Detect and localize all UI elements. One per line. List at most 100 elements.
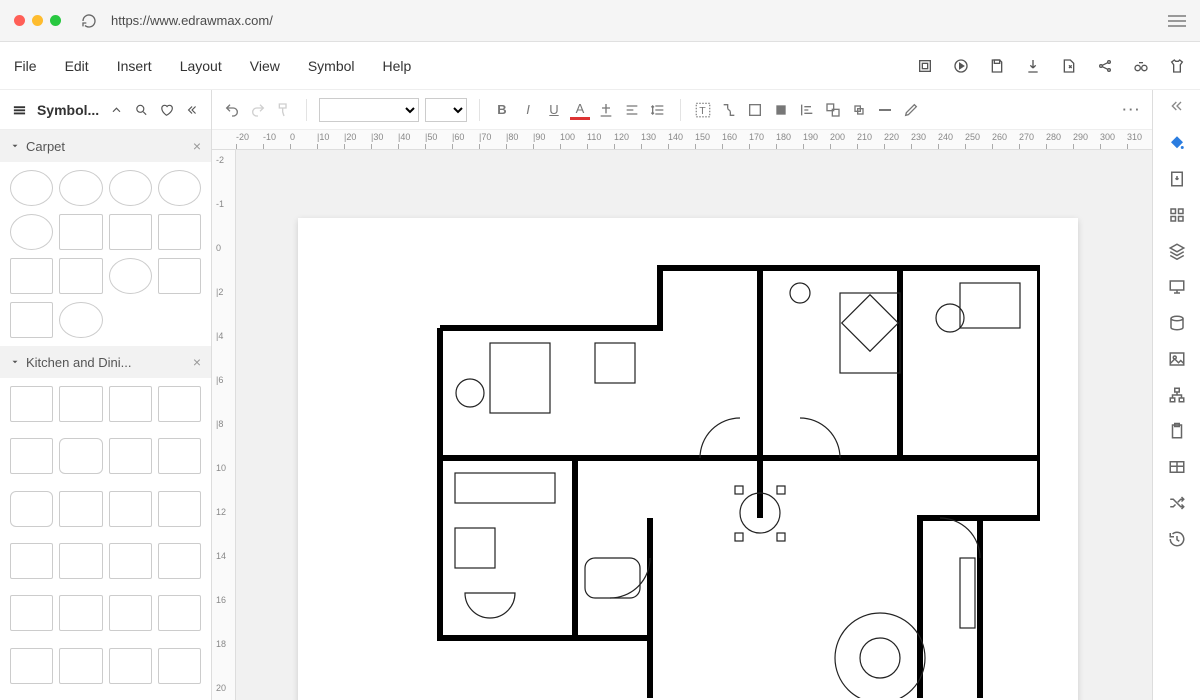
carpet-shape[interactable] <box>59 258 102 294</box>
align-objects-icon[interactable] <box>797 100 817 120</box>
carpet-shape[interactable] <box>158 258 201 294</box>
share-icon[interactable] <box>1096 57 1114 75</box>
binoculars-icon[interactable] <box>1132 57 1150 75</box>
page-export-icon[interactable] <box>1166 168 1188 190</box>
image-icon[interactable] <box>1166 348 1188 370</box>
kitchen-shape[interactable] <box>10 386 53 422</box>
menu-view[interactable]: View <box>250 58 280 74</box>
carpet-shape[interactable] <box>10 258 53 294</box>
font-color-icon[interactable]: A <box>570 100 590 120</box>
kitchen-shape[interactable] <box>59 595 102 631</box>
kitchen-shape[interactable] <box>158 491 201 527</box>
menu-symbol[interactable]: Symbol <box>308 58 355 74</box>
collapse-right-icon[interactable] <box>1169 98 1185 114</box>
kitchen-shape[interactable] <box>10 438 53 474</box>
database-icon[interactable] <box>1166 312 1188 334</box>
kitchen-shape[interactable] <box>158 386 201 422</box>
bold-icon[interactable]: B <box>492 100 512 120</box>
shuffle-icon[interactable] <box>1166 492 1188 514</box>
url-text[interactable]: https://www.edrawmax.com/ <box>111 13 1160 28</box>
connector-icon[interactable] <box>719 100 739 120</box>
kitchen-shape[interactable] <box>158 595 201 631</box>
canvas[interactable] <box>236 150 1152 700</box>
italic-icon[interactable]: I <box>518 100 538 120</box>
save-icon[interactable] <box>988 57 1006 75</box>
presentation-icon[interactable] <box>1166 276 1188 298</box>
browser-menu-icon[interactable] <box>1168 15 1186 27</box>
close-window-icon[interactable] <box>14 15 25 26</box>
play-icon[interactable] <box>952 57 970 75</box>
history-icon[interactable] <box>1166 528 1188 550</box>
carpet-shape[interactable] <box>59 302 102 338</box>
line-style-icon[interactable] <box>875 100 895 120</box>
clipboard-icon[interactable] <box>1166 420 1188 442</box>
section-carpet-header[interactable]: Carpet × <box>0 130 211 162</box>
carpet-shape[interactable] <box>10 170 53 206</box>
underline-icon[interactable]: U <box>544 100 564 120</box>
menu-insert[interactable]: Insert <box>117 58 152 74</box>
carpet-shape[interactable] <box>109 258 152 294</box>
page[interactable] <box>298 218 1078 700</box>
layers-icon[interactable] <box>1166 240 1188 262</box>
sitemap-icon[interactable] <box>1166 384 1188 406</box>
fill-tool-icon[interactable] <box>1166 132 1188 154</box>
format-painter-icon[interactable] <box>274 100 294 120</box>
close-icon[interactable]: × <box>193 138 201 154</box>
export-icon[interactable] <box>1060 57 1078 75</box>
download-icon[interactable] <box>1024 57 1042 75</box>
shape-fill-icon[interactable] <box>771 100 791 120</box>
font-size-select[interactable] <box>425 98 467 122</box>
reload-icon[interactable] <box>81 13 97 29</box>
kitchen-shape[interactable] <box>158 648 201 684</box>
shape-outline-icon[interactable] <box>745 100 765 120</box>
redo-icon[interactable] <box>248 100 268 120</box>
carpet-shape[interactable] <box>59 214 102 250</box>
group-icon[interactable] <box>823 100 843 120</box>
carpet-shape[interactable] <box>10 214 53 250</box>
kitchen-shape[interactable] <box>59 648 102 684</box>
carpet-shape[interactable] <box>158 214 201 250</box>
kitchen-shape[interactable] <box>10 595 53 631</box>
kitchen-shape[interactable] <box>10 543 53 579</box>
menu-layout[interactable]: Layout <box>180 58 222 74</box>
line-spacing-icon[interactable] <box>648 100 668 120</box>
kitchen-shape[interactable] <box>109 595 152 631</box>
carpet-shape[interactable] <box>158 170 201 206</box>
pen-icon[interactable] <box>901 100 921 120</box>
kitchen-shape[interactable] <box>59 491 102 527</box>
fit-icon[interactable] <box>916 57 934 75</box>
search-icon[interactable] <box>134 103 149 117</box>
grid-icon[interactable] <box>1166 204 1188 226</box>
text-tool-icon[interactable]: T <box>693 100 713 120</box>
kitchen-shape[interactable] <box>109 543 152 579</box>
font-family-select[interactable] <box>319 98 419 122</box>
more-icon[interactable]: ··· <box>1122 100 1142 120</box>
floorplan-drawing[interactable] <box>340 258 1040 698</box>
kitchen-shape[interactable] <box>59 543 102 579</box>
menu-edit[interactable]: Edit <box>65 58 89 74</box>
kitchen-shape[interactable] <box>10 648 53 684</box>
align-icon[interactable] <box>622 100 642 120</box>
text-highlight-icon[interactable] <box>596 100 616 120</box>
kitchen-shape[interactable] <box>109 648 152 684</box>
carpet-shape[interactable] <box>10 302 53 338</box>
carpet-shape[interactable] <box>109 170 152 206</box>
collapse-left-icon[interactable] <box>184 103 199 117</box>
tshirt-icon[interactable] <box>1168 57 1186 75</box>
menu-help[interactable]: Help <box>383 58 412 74</box>
maximize-window-icon[interactable] <box>50 15 61 26</box>
carpet-shape[interactable] <box>109 214 152 250</box>
heart-icon[interactable] <box>159 103 174 117</box>
menu-file[interactable]: File <box>14 58 37 74</box>
kitchen-shape[interactable] <box>109 491 152 527</box>
chevron-up-icon[interactable] <box>109 103 124 117</box>
kitchen-shape[interactable] <box>109 438 152 474</box>
kitchen-shape[interactable] <box>10 491 53 527</box>
carpet-shape[interactable] <box>59 170 102 206</box>
section-kitchen-header[interactable]: Kitchen and Dini... × <box>0 346 211 378</box>
table-icon[interactable] <box>1166 456 1188 478</box>
close-icon[interactable]: × <box>193 354 201 370</box>
kitchen-shape[interactable] <box>158 543 201 579</box>
arrange-icon[interactable] <box>849 100 869 120</box>
minimize-window-icon[interactable] <box>32 15 43 26</box>
